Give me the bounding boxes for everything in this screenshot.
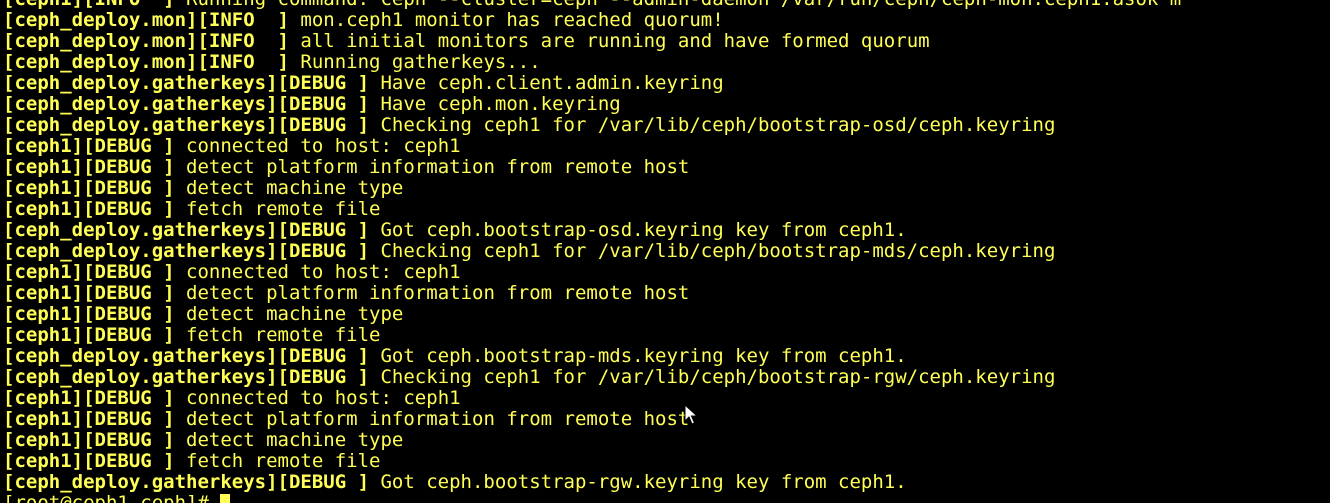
log-line: [ceph_deploy.gatherkeys][DEBUG ] Got cep…: [3, 220, 1181, 241]
log-tag: [ceph1][DEBUG ]: [3, 261, 175, 283]
log-message: detect platform information from remote …: [174, 156, 690, 178]
log-tag: [ceph1][DEBUG ]: [3, 156, 175, 178]
log-tag: [ceph_deploy.gatherkeys][DEBUG ]: [3, 72, 370, 94]
log-message: Checking ceph1 for /var/lib/ceph/bootstr…: [369, 240, 1056, 262]
log-tag: [ceph_deploy.gatherkeys][DEBUG ]: [3, 345, 370, 367]
log-tag: [ceph_deploy.mon][INFO ]: [3, 9, 289, 31]
log-message: detect machine type: [174, 429, 404, 451]
log-tag: [ceph_deploy.gatherkeys][DEBUG ]: [3, 219, 370, 241]
log-line: [ceph1][DEBUG ] connected to host: ceph1: [3, 388, 1181, 409]
log-message: fetch remote file: [174, 450, 381, 472]
log-message: Have ceph.client.admin.keyring: [369, 72, 724, 94]
log-tag: [ceph1][DEBUG ]: [3, 177, 175, 199]
log-line: [ceph1][DEBUG ] detect machine type: [3, 178, 1181, 199]
log-line: [ceph_deploy.gatherkeys][DEBUG ] Got cep…: [3, 346, 1181, 367]
log-tag: [ceph_deploy.gatherkeys][DEBUG ]: [3, 240, 370, 262]
log-line: [ceph1][DEBUG ] detect platform informat…: [3, 157, 1181, 178]
log-message: detect platform information from remote …: [174, 408, 690, 430]
log-tag: [ceph_deploy.mon][INFO ]: [3, 30, 289, 52]
log-line: [ceph_deploy.mon][INFO ] mon.ceph1 monit…: [3, 10, 1181, 31]
log-message: all initial monitors are running and hav…: [288, 30, 930, 52]
log-tag: [ceph_deploy.gatherkeys][DEBUG ]: [3, 93, 370, 115]
log-message: detect platform information from remote …: [174, 282, 690, 304]
log-line: [ceph1][DEBUG ] detect platform informat…: [3, 283, 1181, 304]
log-line: [ceph_deploy.gatherkeys][DEBUG ] Checkin…: [3, 241, 1181, 262]
log-tag: [ceph1][DEBUG ]: [3, 135, 175, 157]
log-line: [ceph_deploy.gatherkeys][DEBUG ] Have ce…: [3, 94, 1181, 115]
log-line: [ceph_deploy.gatherkeys][DEBUG ] Have ce…: [3, 73, 1181, 94]
log-line: [ceph_deploy.gatherkeys][DEBUG ] Checkin…: [3, 115, 1181, 136]
log-tag: [ceph1][DEBUG ]: [3, 387, 175, 409]
terminal-window[interactable]: [ceph1][INFO ] Running command: ceph --c…: [0, 0, 1330, 503]
log-tag: [ceph1][DEBUG ]: [3, 324, 175, 346]
log-message: Got ceph.bootstrap-mds.keyring key from …: [369, 345, 907, 367]
log-message: Checking ceph1 for /var/lib/ceph/bootstr…: [369, 366, 1056, 388]
shell-prompt-line[interactable]: [root@ceph1 ceph]#: [3, 493, 1181, 503]
log-message: Running gatherkeys...: [288, 51, 541, 73]
log-line: [ceph1][DEBUG ] detect machine type: [3, 304, 1181, 325]
log-tag: [ceph1][DEBUG ]: [3, 303, 175, 325]
log-message: Checking ceph1 for /var/lib/ceph/bootstr…: [369, 114, 1056, 136]
log-tag: [ceph1][DEBUG ]: [3, 450, 175, 472]
log-message: detect machine type: [174, 303, 404, 325]
text-cursor: [220, 494, 231, 503]
log-message: detect machine type: [174, 177, 404, 199]
log-tag: [ceph_deploy.gatherkeys][DEBUG ]: [3, 366, 370, 388]
log-message: Have ceph.mon.keyring: [369, 93, 621, 115]
log-line: [ceph1][DEBUG ] fetch remote file: [3, 325, 1181, 346]
log-line: [ceph_deploy.mon][INFO ] all initial mon…: [3, 31, 1181, 52]
log-line: [ceph1][DEBUG ] detect platform informat…: [3, 409, 1181, 430]
log-line: [ceph_deploy.mon][INFO ] Running gatherk…: [3, 52, 1181, 73]
log-tag: [ceph_deploy.gatherkeys][DEBUG ]: [3, 114, 370, 136]
log-line: [ceph1][DEBUG ] fetch remote file: [3, 451, 1181, 472]
log-tag: [ceph_deploy.gatherkeys][DEBUG ]: [3, 471, 370, 493]
log-tag: [ceph1][DEBUG ]: [3, 282, 175, 304]
mouse-pointer-icon: [684, 404, 698, 425]
log-message: Got ceph.bootstrap-rgw.keyring key from …: [369, 471, 907, 493]
log-line: [ceph1][DEBUG ] connected to host: ceph1: [3, 262, 1181, 283]
log-tag: [ceph1][DEBUG ]: [3, 198, 175, 220]
terminal-output: [ceph1][INFO ] Running command: ceph --c…: [3, 0, 1181, 503]
log-message: connected to host: ceph1: [174, 261, 461, 283]
log-line: [ceph1][DEBUG ] connected to host: ceph1: [3, 136, 1181, 157]
log-message: connected to host: ceph1: [174, 135, 461, 157]
log-message: fetch remote file: [174, 198, 381, 220]
log-line: [ceph_deploy.gatherkeys][DEBUG ] Checkin…: [3, 367, 1181, 388]
log-message: fetch remote file: [174, 324, 381, 346]
log-message: mon.ceph1 monitor has reached quorum!: [288, 9, 724, 31]
log-message: Got ceph.bootstrap-osd.keyring key from …: [369, 219, 907, 241]
log-tag: [ceph1][DEBUG ]: [3, 429, 175, 451]
log-message: connected to host: ceph1: [174, 387, 461, 409]
shell-prompt: [root@ceph1 ceph]#: [3, 492, 221, 503]
log-line: [ceph_deploy.gatherkeys][DEBUG ] Got cep…: [3, 472, 1181, 493]
log-tag: [ceph_deploy.mon][INFO ]: [3, 51, 289, 73]
log-line: [ceph1][DEBUG ] detect machine type: [3, 430, 1181, 451]
log-tag: [ceph1][DEBUG ]: [3, 408, 175, 430]
log-line: [ceph1][DEBUG ] fetch remote file: [3, 199, 1181, 220]
